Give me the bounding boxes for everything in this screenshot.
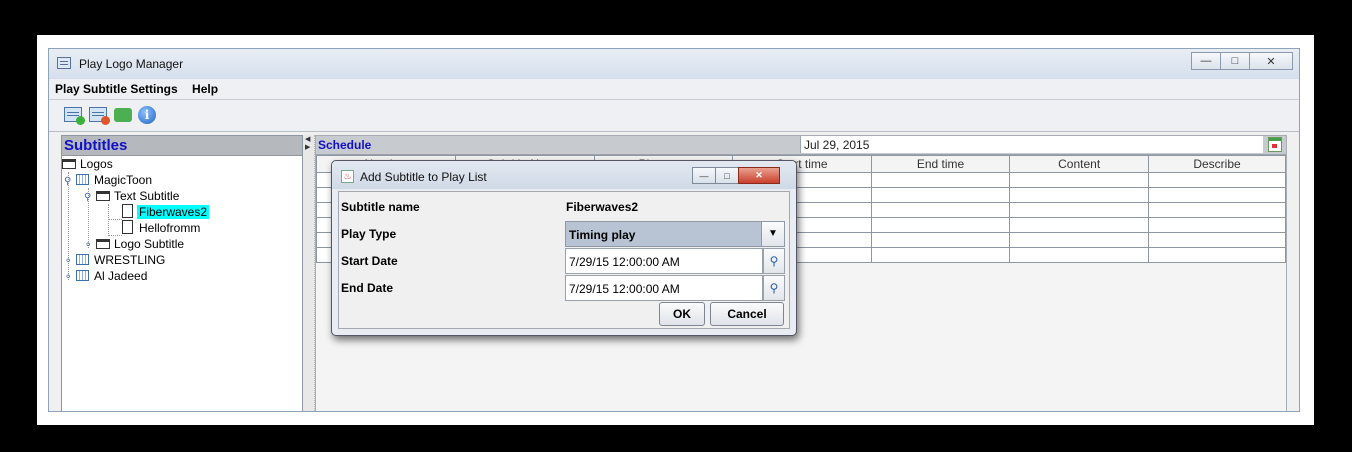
tree-node-logos[interactable]: Logos	[62, 156, 115, 172]
column-header-describe[interactable]: Describe	[1148, 155, 1286, 173]
maximize-button[interactable]: □	[1220, 52, 1250, 70]
dialog-title-bar: ♨ Add Subtitle to Play List — □ ✕	[332, 161, 796, 189]
info-icon[interactable]: i	[136, 105, 158, 125]
end-date-picker-icon[interactable]: ⚲	[763, 275, 785, 301]
column-header-end-time[interactable]: End time	[870, 155, 1011, 173]
schedule-title: Schedule	[318, 138, 372, 152]
menu-play-subtitle-settings[interactable]: Play Subtitle Settings	[49, 79, 183, 96]
dialog-close-button[interactable]: ✕	[738, 167, 780, 184]
expand-handle-icon[interactable]: ⚲	[84, 190, 96, 206]
subtitle-name-row: Subtitle name Fiberwaves2	[339, 194, 789, 220]
subtitles-header: Subtitles	[62, 136, 302, 156]
start-date-value: 7/29/15 12:00:00 AM	[569, 255, 680, 269]
folder-icon	[96, 239, 110, 249]
start-date-row: Start Date 7/29/15 12:00:00 AM ⚲	[339, 248, 789, 274]
java-icon: ♨	[341, 170, 354, 183]
schedule-header: Schedule Jul 29, 2015	[316, 136, 1286, 155]
end-date-value: 7/29/15 12:00:00 AM	[569, 282, 680, 296]
play-type-row: Play Type Timing play ▼	[339, 221, 789, 247]
folder-icon	[96, 191, 110, 201]
close-button[interactable]: ✕	[1249, 52, 1293, 70]
end-date-label: End Date	[341, 281, 394, 295]
end-date-field[interactable]: 7/29/15 12:00:00 AM	[565, 275, 763, 301]
play-type-label: Play Type	[341, 227, 397, 241]
date-field[interactable]	[800, 136, 1263, 153]
dialog-title: Add Subtitle to Play List	[360, 170, 487, 184]
window-controls: — □ ✕	[1191, 52, 1293, 70]
toolbar: i	[49, 100, 1299, 132]
dialog-window-controls: — □ ✕	[692, 167, 780, 184]
page-icon	[122, 220, 133, 234]
menu-bar: Play Subtitle Settings Help	[49, 79, 1299, 100]
split-divider[interactable]: ◀ ▶	[303, 135, 315, 411]
play-type-select[interactable]: Timing play ▼	[565, 221, 785, 247]
column-header-content[interactable]: Content	[1009, 155, 1150, 173]
dialog-maximize-button[interactable]: □	[715, 167, 739, 184]
tree-node-al-jadeed[interactable]: ⚬ Al Jadeed	[64, 268, 149, 284]
expand-handle-icon[interactable]: ⚲	[64, 174, 76, 190]
window-title: Play Logo Manager	[79, 57, 184, 71]
grid-icon	[76, 174, 89, 185]
menu-help[interactable]: Help	[186, 79, 223, 96]
dialog-body: Subtitle name Fiberwaves2 Play Type Timi…	[338, 191, 790, 329]
add-subtitle-dialog: ♨ Add Subtitle to Play List — □ ✕ Subtit…	[331, 160, 797, 336]
cancel-button[interactable]: Cancel	[710, 302, 784, 326]
tree-node-wrestling[interactable]: ⚬ WRESTLING	[64, 252, 167, 268]
add-subtitle-icon[interactable]	[63, 105, 85, 125]
app-icon	[57, 57, 71, 69]
dialog-minimize-button[interactable]: —	[692, 167, 716, 184]
tree-node-fiberwaves2[interactable]: Fiberwaves2	[122, 204, 210, 220]
tree-node-text-subtitle[interactable]: ⚲ Text Subtitle	[84, 188, 181, 204]
schedule-date: Jul 29, 2015	[804, 138, 870, 152]
chevron-down-icon[interactable]: ▼	[761, 222, 784, 246]
ok-button[interactable]: OK	[659, 302, 705, 326]
start-date-picker-icon[interactable]: ⚲	[763, 248, 785, 274]
page-icon	[122, 204, 133, 218]
end-date-row: End Date 7/29/15 12:00:00 AM ⚲	[339, 275, 789, 301]
remove-subtitle-icon[interactable]	[88, 105, 110, 125]
play-type-value: Timing play	[569, 228, 636, 242]
title-bar: Play Logo Manager — □ ✕	[49, 49, 1299, 79]
grid-icon	[76, 270, 89, 281]
subtitles-panel: Subtitles Logos ⚲ MagicToon ⚲ Text Subtitl…	[61, 135, 303, 411]
tree-node-hellofromm[interactable]: Hellofromm	[122, 220, 202, 236]
tree-node-magictoon[interactable]: ⚲ MagicToon	[64, 172, 154, 188]
subtitle-name-value: Fiberwaves2	[566, 200, 639, 214]
calendar-icon[interactable]	[1268, 137, 1282, 152]
folder-icon	[62, 159, 76, 169]
refresh-icon[interactable]	[112, 105, 134, 125]
subtitle-name-label: Subtitle name	[341, 200, 420, 214]
tree-node-logo-subtitle[interactable]: ⚬ Logo Subtitle	[84, 236, 186, 252]
collapse-handle-icon[interactable]: ⚬	[64, 270, 76, 286]
start-date-field[interactable]: 7/29/15 12:00:00 AM	[565, 248, 763, 274]
minimize-button[interactable]: —	[1191, 52, 1221, 70]
start-date-label: Start Date	[341, 254, 398, 268]
grid-icon	[76, 254, 89, 265]
